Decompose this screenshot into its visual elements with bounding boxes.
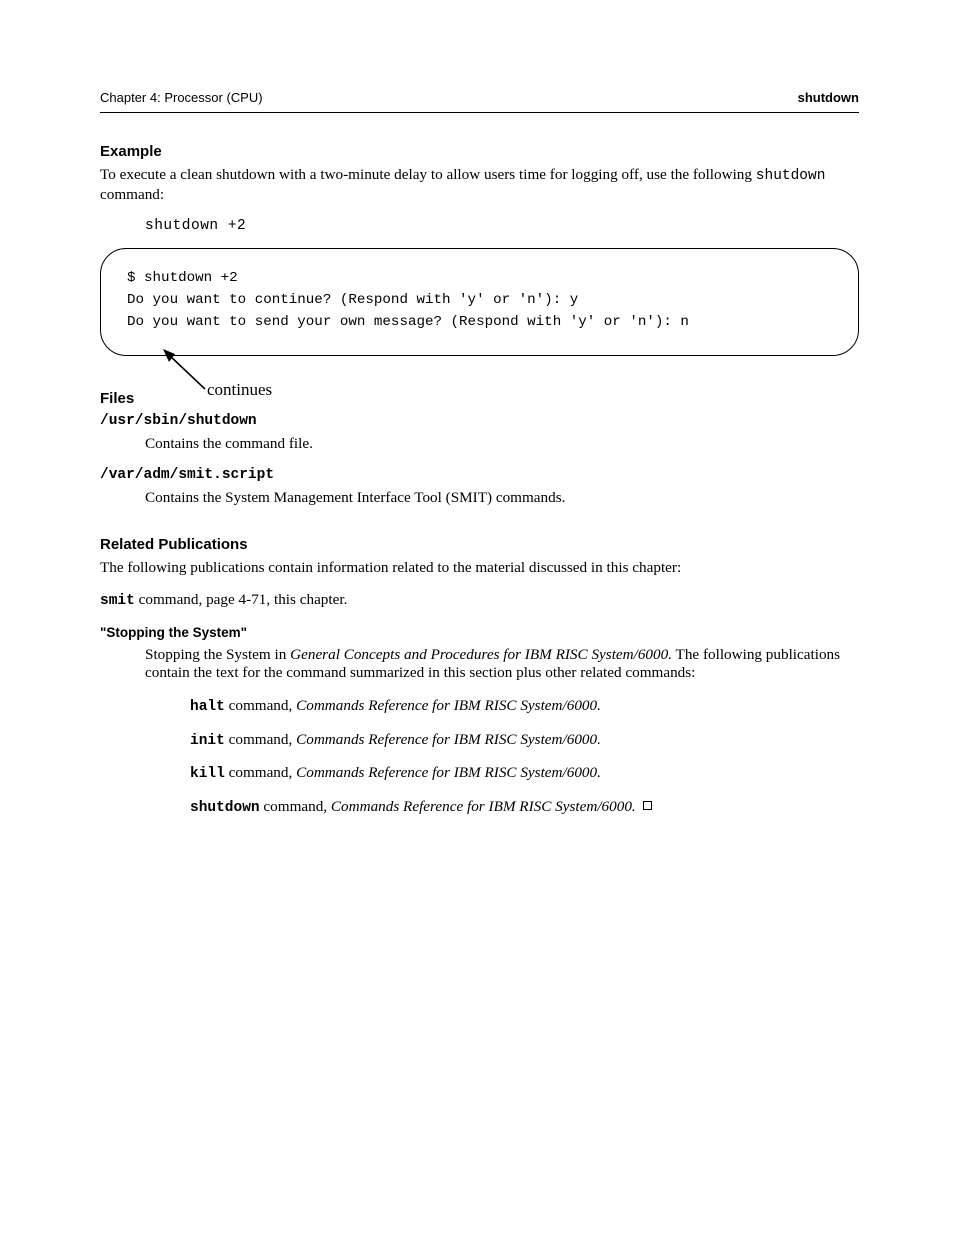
sub1-code: halt — [190, 699, 225, 715]
example-intro: To execute a clean shutdown with a two-m… — [100, 166, 859, 204]
example-intro-b: command: — [100, 186, 164, 203]
arrow-icon — [161, 349, 211, 395]
related-item-1-head: smit — [100, 593, 135, 609]
example-inline-code: shutdown — [756, 168, 826, 184]
r2b: General Concepts and Procedures for IBM … — [290, 646, 672, 663]
file-entry-2: /var/adm/smit.script Contains the System… — [100, 467, 859, 507]
file-desc-2: Contains the System Management Interface… — [145, 489, 859, 508]
terminal-line-3: Do you want to send your own message? (R… — [127, 311, 832, 333]
header-right: shutdown — [798, 90, 859, 105]
r2a: Stopping the System in — [145, 646, 290, 663]
file-desc-1: Contains the command file. — [145, 435, 859, 454]
sub1-mid: command, — [225, 697, 296, 714]
file-path-2: /var/adm/smit.script — [100, 467, 859, 485]
sub4-mid: command, — [260, 798, 331, 815]
sub2-code: init — [190, 733, 225, 749]
section-example-title: Example — [100, 143, 859, 160]
section-related-title: Related Publications — [100, 536, 859, 553]
sub3-code: kill — [190, 766, 225, 782]
page-header: Chapter 4: Processor (CPU) shutdown — [100, 90, 859, 113]
example-intro-a: To execute a clean shutdown with a two-m… — [100, 166, 756, 183]
sub2-ital: Commands Reference for IBM RISC System/6… — [296, 731, 601, 748]
header-left: Chapter 4: Processor (CPU) — [100, 90, 263, 105]
file-path-1: /usr/sbin/shutdown — [100, 413, 859, 431]
sub2-mid: command, — [225, 731, 296, 748]
sub-ref-3: kill command, Commands Reference for IBM… — [190, 764, 859, 784]
related-item-1: smit command, page 4-71, this chapter. — [100, 591, 859, 611]
terminal-line-1: $ shutdown +2 — [127, 267, 832, 289]
file-entry-1: /usr/sbin/shutdown Contains the command … — [100, 413, 859, 453]
sub-ref-2: init command, Commands Reference for IBM… — [190, 731, 859, 751]
related-intro: The following publications contain infor… — [100, 559, 859, 578]
sub3-mid: command, — [225, 764, 296, 781]
sub4-code: shutdown — [190, 800, 260, 816]
sub4-ital: Commands Reference for IBM RISC System/6… — [331, 798, 636, 815]
related-item-1-rest: command, page 4-71, this chapter. — [135, 591, 348, 608]
end-of-section-icon — [643, 801, 652, 810]
sub1-ital: Commands Reference for IBM RISC System/6… — [296, 697, 601, 714]
sub3-ital: Commands Reference for IBM RISC System/6… — [296, 764, 601, 781]
terminal-line-2: Do you want to continue? (Respond with '… — [127, 289, 832, 311]
example-output-box: $ shutdown +2 Do you want to continue? (… — [100, 248, 859, 356]
related-item-2-head: "Stopping the System" — [100, 625, 859, 640]
sub-ref-1: halt command, Commands Reference for IBM… — [190, 697, 859, 717]
handwritten-note: continues — [207, 377, 272, 403]
sub-ref-4: shutdown command, Commands Reference for… — [190, 798, 859, 818]
related-item-2-body: Stopping the System in General Concepts … — [145, 646, 859, 683]
example-cmd: shutdown +2 — [145, 218, 859, 234]
